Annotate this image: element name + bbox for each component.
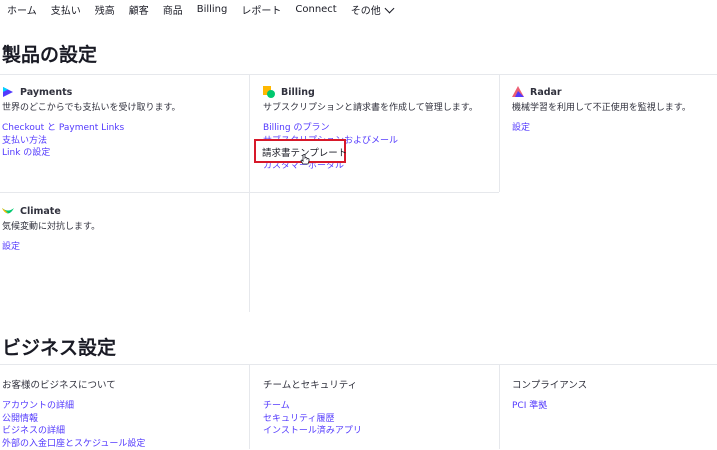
link-settings-link[interactable]: Link の設定 — [2, 147, 181, 160]
radar-description: 機械学習を利用して不正使用を監視します。 — [512, 100, 691, 113]
climate-description: 気候変動に対抗します。 — [2, 219, 100, 232]
radar-card: Radar 機械学習を利用して不正使用を監視します。 設定 — [512, 85, 691, 135]
radar-title: Radar — [530, 87, 562, 98]
payments-title: Payments — [20, 87, 72, 98]
team-security-title: チームとセキュリティ — [263, 377, 362, 391]
business-details-link[interactable]: ビジネスの詳細 — [2, 425, 145, 438]
nav-connect[interactable]: Connect — [288, 4, 343, 15]
nav-home[interactable]: ホーム — [0, 2, 44, 17]
divider — [0, 74, 717, 75]
public-details-link[interactable]: 公開情報 — [2, 413, 145, 426]
compliance-title: コンプライアンス — [512, 377, 587, 391]
billing-plan-link[interactable]: Billing のプラン — [263, 122, 478, 135]
external-accounts-link[interactable]: 外部の入金口座とスケジュール設定 — [2, 438, 145, 450]
divider — [499, 74, 500, 192]
divider — [499, 364, 500, 449]
climate-settings-link[interactable]: 設定 — [2, 241, 100, 254]
nav-reports[interactable]: レポート — [234, 2, 288, 17]
payments-card: Payments 世界のどこからでも支払いを受け取ります。 Checkout と… — [2, 85, 181, 160]
pci-compliance-link[interactable]: PCI 準拠 — [512, 400, 587, 413]
payment-methods-link[interactable]: 支払い方法 — [2, 135, 181, 148]
payments-icon — [2, 86, 14, 98]
nav-products[interactable]: 商品 — [156, 2, 190, 17]
checkout-payment-links-link[interactable]: Checkout と Payment Links — [2, 122, 181, 135]
about-business-card: お客様のビジネスについて アカウントの詳細 公開情報 ビジネスの詳細 外部の入金… — [2, 377, 145, 450]
about-business-title: お客様のビジネスについて — [2, 377, 145, 391]
radar-icon — [512, 86, 524, 98]
security-history-link[interactable]: セキュリティ履歴 — [263, 413, 362, 426]
nav-more[interactable]: その他 — [344, 2, 400, 17]
team-security-card: チームとセキュリティ チーム セキュリティ履歴 インストール済みアプリ — [263, 377, 362, 438]
climate-title: Climate — [20, 206, 61, 217]
hand-cursor-icon — [300, 154, 310, 166]
nav-payments[interactable]: 支払い — [44, 2, 88, 17]
installed-apps-link[interactable]: インストール済みアプリ — [263, 425, 362, 438]
business-settings-title: ビジネス設定 — [2, 333, 116, 360]
account-details-link[interactable]: アカウントの詳細 — [2, 400, 145, 413]
payments-description: 世界のどこからでも支払いを受け取ります。 — [2, 100, 181, 113]
nav-customers[interactable]: 顧客 — [122, 2, 156, 17]
team-link[interactable]: チーム — [263, 400, 362, 413]
product-settings-title: 製品の設定 — [2, 40, 97, 67]
divider — [0, 192, 499, 193]
chevron-down-icon — [384, 3, 394, 13]
top-navigation: ホーム 支払い 残高 顧客 商品 Billing レポート Connect その… — [0, 0, 717, 18]
divider — [249, 74, 250, 312]
nav-balances[interactable]: 残高 — [88, 2, 122, 17]
radar-settings-link[interactable]: 設定 — [512, 122, 691, 135]
compliance-card: コンプライアンス PCI 準拠 — [512, 377, 587, 413]
divider — [0, 364, 717, 365]
climate-icon — [2, 205, 14, 217]
billing-description: サブスクリプションと請求書を作成して管理します。 — [263, 100, 478, 113]
divider — [249, 364, 250, 449]
nav-more-label: その他 — [351, 6, 381, 17]
climate-card: Climate 気候変動に対抗します。 設定 — [2, 204, 100, 254]
billing-title: Billing — [281, 87, 315, 98]
nav-billing[interactable]: Billing — [190, 4, 235, 15]
billing-icon — [263, 86, 275, 98]
